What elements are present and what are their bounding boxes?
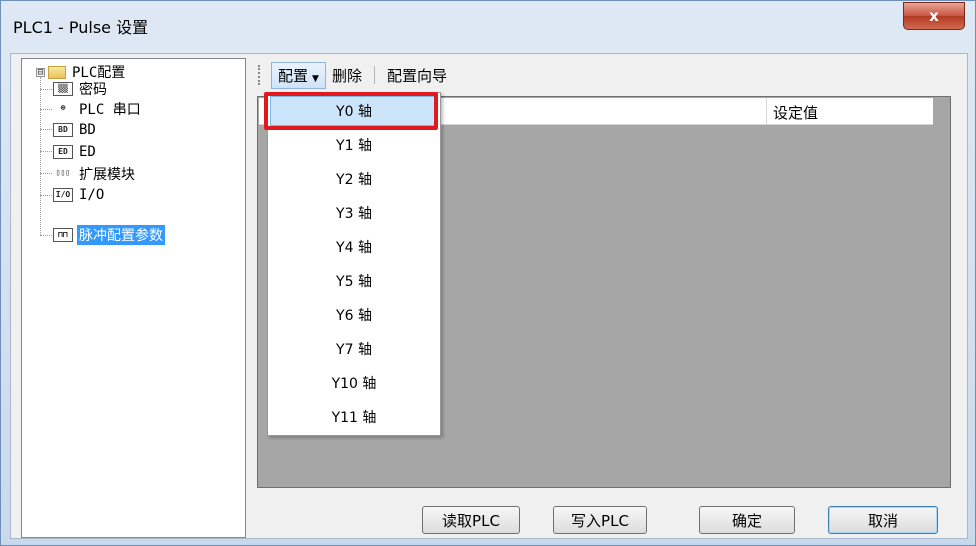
ed-icon: ED xyxy=(53,145,73,159)
tree-item-password[interactable]: ▒▒ 密码 xyxy=(53,80,109,98)
menu-item-y5[interactable]: Y5 轴 xyxy=(270,266,438,296)
tree-item-label: ED xyxy=(79,144,96,160)
settings-dialog: PLC1 - Pulse 设置 x ⊟ PLC配置 ▒▒ 密码 ⊕ PLC 串口… xyxy=(0,0,976,546)
tree-item-label: PLC 串口 xyxy=(79,102,141,118)
delete-button[interactable]: 删除 xyxy=(326,63,368,88)
tree-item-label: 密码 xyxy=(79,82,107,98)
menu-item-y2[interactable]: Y2 轴 xyxy=(270,164,438,194)
menu-item-y10[interactable]: Y10 轴 xyxy=(270,368,438,398)
tree-item-io[interactable]: I/O I/O xyxy=(53,186,106,204)
pulse-icon: ⊓⊓ xyxy=(53,228,73,242)
dialog-client-area: ⊟ PLC配置 ▒▒ 密码 ⊕ PLC 串口 BD BD ED ED ▯▯▯ 扩… xyxy=(10,53,968,539)
menu-item-y6[interactable]: Y6 轴 xyxy=(270,300,438,330)
menu-item-y1[interactable]: Y1 轴 xyxy=(270,130,438,160)
bd-icon: BD xyxy=(53,123,73,137)
tree-item-label: BD xyxy=(79,122,96,138)
toolbar: 配置 ▼ 删除 配置向导 xyxy=(258,61,958,89)
tree-item-label: I/O xyxy=(79,187,105,203)
menu-item-y7[interactable]: Y7 轴 xyxy=(270,334,438,364)
config-menu-button[interactable]: 配置 ▼ xyxy=(271,61,326,89)
toolbar-divider xyxy=(373,66,375,84)
ok-button[interactable]: 确定 xyxy=(699,506,795,534)
column-divider[interactable] xyxy=(766,98,767,124)
read-plc-button[interactable]: 读取PLC xyxy=(422,506,520,534)
menu-item-y3[interactable]: Y3 轴 xyxy=(270,198,438,228)
tree-item-label: 脉冲配置参数 xyxy=(77,225,165,245)
tree-item-label: 扩展模块 xyxy=(79,167,135,183)
expansion-module-icon: ▯▯▯ xyxy=(53,167,73,181)
chevron-down-icon: ▼ xyxy=(312,73,319,84)
window-title: PLC1 - Pulse 设置 xyxy=(13,18,149,37)
close-button[interactable]: x xyxy=(903,2,965,30)
config-tree: ⊟ PLC配置 ▒▒ 密码 ⊕ PLC 串口 BD BD ED ED ▯▯▯ 扩… xyxy=(21,58,246,538)
tree-item-ed[interactable]: ED ED xyxy=(53,143,98,161)
tree-item-plc-serial[interactable]: ⊕ PLC 串口 xyxy=(53,100,143,118)
toolbar-grip[interactable] xyxy=(258,65,263,85)
config-menu-label: 配置 xyxy=(278,66,309,85)
column-header-setting-value[interactable]: 设定值 xyxy=(773,102,818,123)
menu-item-y4[interactable]: Y4 轴 xyxy=(270,232,438,262)
cancel-button[interactable]: 取消 xyxy=(828,506,938,534)
title-bar: PLC1 - Pulse 设置 x xyxy=(1,1,975,45)
axis-dropdown-menu: Y0 轴 Y1 轴 Y2 轴 Y3 轴 Y4 轴 Y5 轴 Y6 轴 Y7 轴 … xyxy=(267,92,441,436)
tree-item-bd[interactable]: BD BD xyxy=(53,121,98,139)
tree-item-pulse-config[interactable]: ⊓⊓ 脉冲配置参数 xyxy=(53,225,165,245)
folder-icon xyxy=(48,65,66,79)
annotation-highlight xyxy=(264,92,438,130)
write-plc-button[interactable]: 写入PLC xyxy=(553,506,647,534)
tree-item-expansion-module[interactable]: ▯▯▯ 扩展模块 xyxy=(53,165,137,183)
close-icon: x xyxy=(929,7,939,25)
password-icon: ▒▒ xyxy=(53,82,73,96)
serial-port-icon: ⊕ xyxy=(53,102,73,116)
io-icon: I/O xyxy=(53,188,73,202)
menu-item-y11[interactable]: Y11 轴 xyxy=(270,402,438,432)
collapse-icon[interactable]: ⊟ xyxy=(36,67,45,77)
config-wizard-button[interactable]: 配置向导 xyxy=(381,63,453,88)
